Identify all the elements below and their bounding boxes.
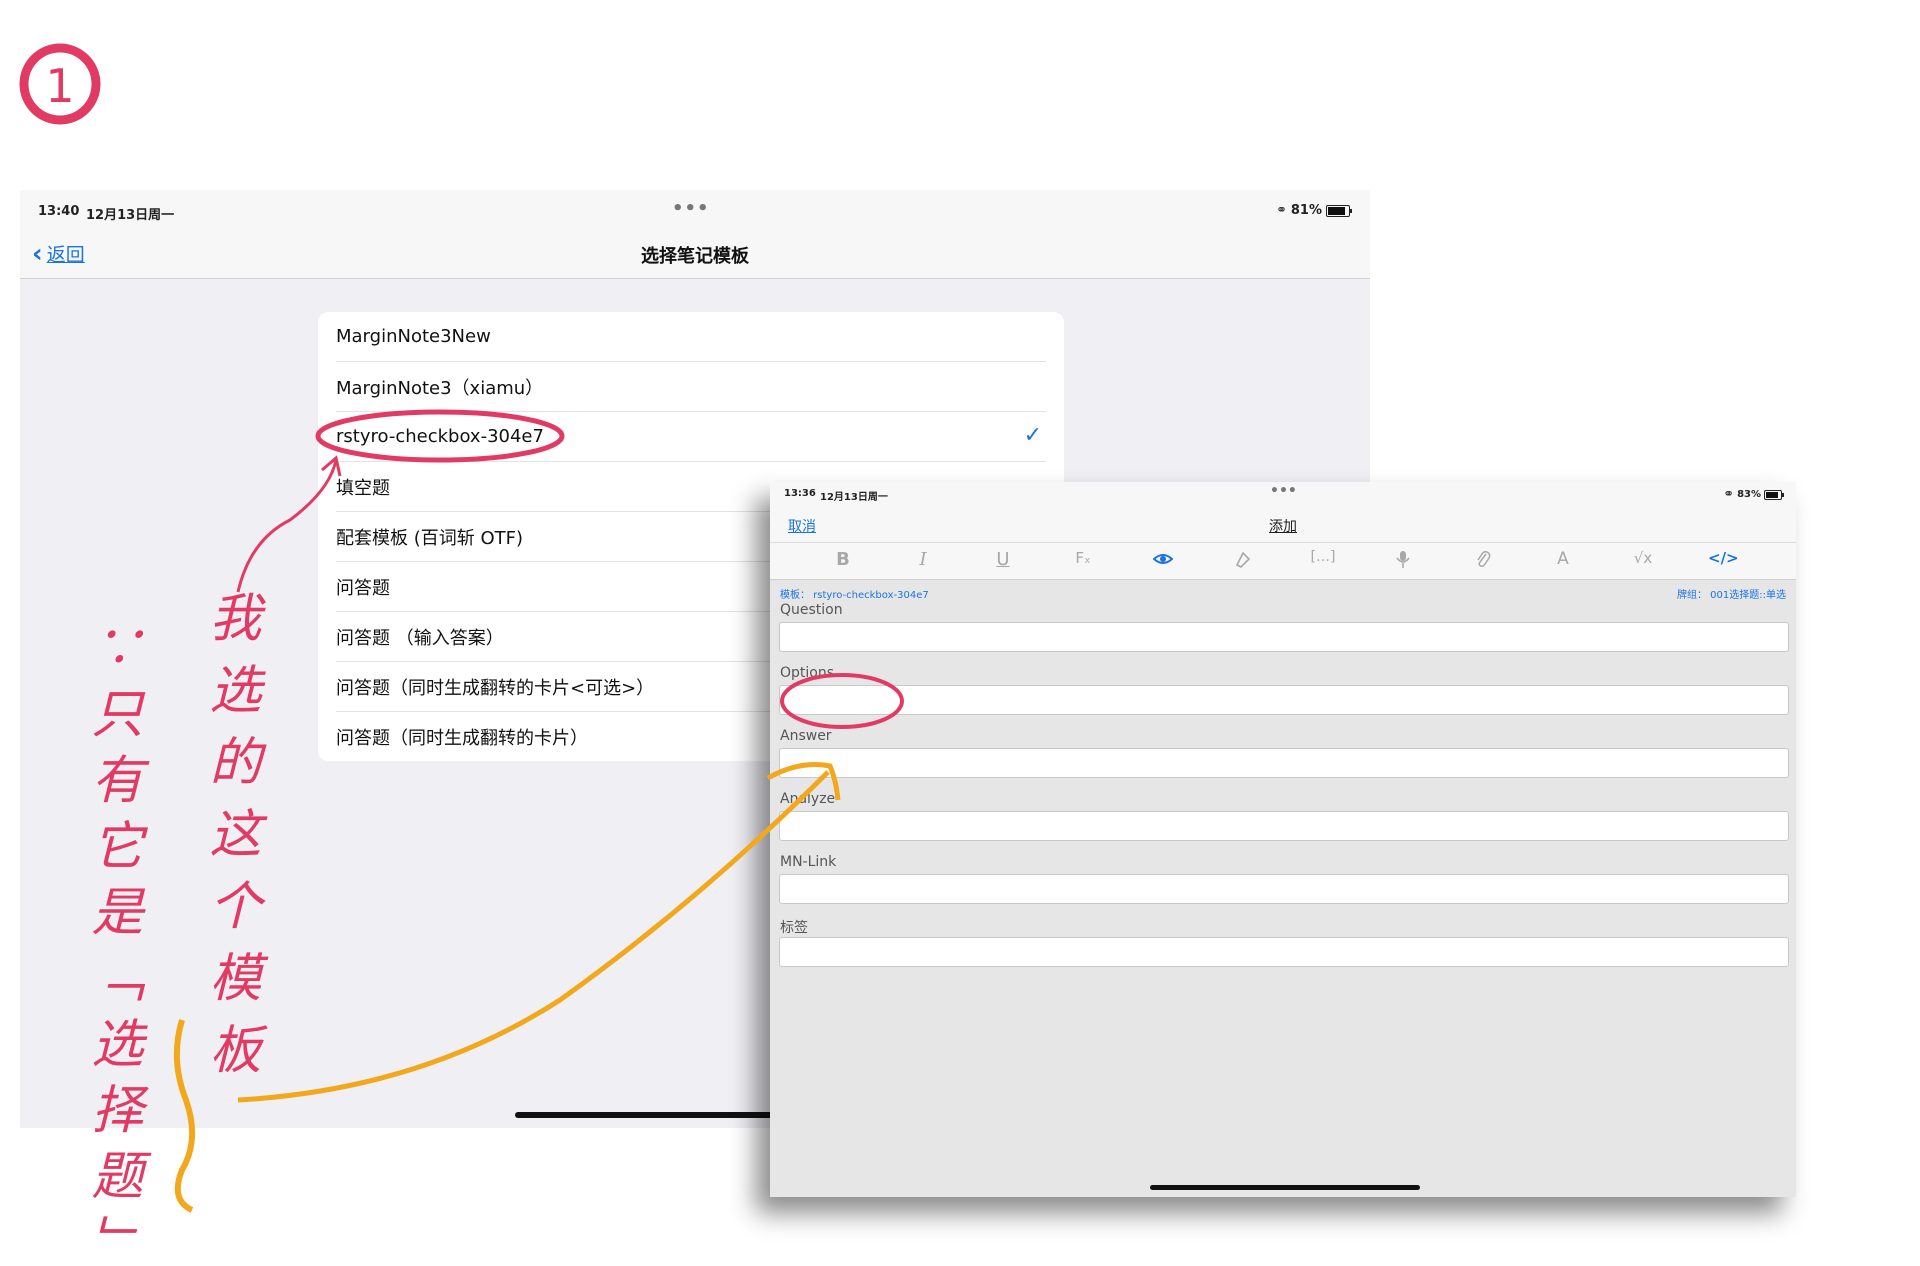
field-label: 标签 <box>780 920 808 936</box>
field-input[interactable] <box>779 874 1789 904</box>
add-button[interactable]: 添加 <box>770 516 1796 536</box>
link-icon: ⚭ <box>1723 487 1735 502</box>
step-marker-label: 1 <box>45 59 74 113</box>
template-label: 问答题（同时生成翻转的卡片） <box>336 727 588 749</box>
template-label: MarginNote3New <box>336 326 491 347</box>
page-title: 选择笔记模板 <box>641 246 749 267</box>
status-date: 12月13日周一 <box>820 492 888 503</box>
status-bar: 13:40 12月13日周一 ••• ⚭ 81% <box>20 190 1370 230</box>
format-toolbar: B I U Fₓ […] A √x </> <box>770 542 1796 580</box>
template-label: 问答题 <box>336 577 390 599</box>
template-label: rstyro-checkbox-304e7 <box>336 426 544 447</box>
status-time: 13:40 <box>38 204 80 219</box>
field-input[interactable] <box>779 811 1789 841</box>
template-row[interactable]: rstyro-checkbox-304e7 ✓ <box>336 412 1046 462</box>
cloze-icon[interactable]: […] <box>1308 549 1338 573</box>
italic-icon[interactable]: I <box>908 549 938 573</box>
code-icon[interactable]: </> <box>1708 549 1739 573</box>
underline-icon[interactable]: U <box>988 549 1018 573</box>
status-bar: 13:36 12月13日周一 ••• ⚭ 83% <box>770 482 1796 506</box>
template-label: MarginNote3（xiamu） <box>336 377 544 399</box>
status-date: 12月13日周一 <box>86 208 175 223</box>
deck-meta[interactable]: 牌组： 001选择题::单选 <box>1677 586 1786 601</box>
checkmark-icon: ✓ <box>1023 423 1042 448</box>
field-input[interactable] <box>779 937 1789 967</box>
bold-icon[interactable]: B <box>828 549 858 573</box>
template-label: 填空题 <box>336 477 390 499</box>
multitask-dots-icon[interactable]: ••• <box>1270 483 1297 499</box>
step-marker-circle <box>19 43 101 125</box>
eye-icon[interactable] <box>1148 549 1178 573</box>
formula-icon[interactable]: √x <box>1628 549 1658 573</box>
template-row[interactable]: MarginNote3（xiamu） <box>336 362 1046 412</box>
field-label: Question <box>780 602 843 618</box>
add-card-screen: 13:36 12月13日周一 ••• ⚭ 83% 取消 添加 B I U Fₓ … <box>770 482 1796 1197</box>
template-row[interactable]: MarginNote3New <box>336 312 1046 362</box>
multitask-dots-icon[interactable]: ••• <box>672 198 710 219</box>
text-style-icon[interactable]: A <box>1548 549 1578 573</box>
link-icon: ⚭ <box>1275 203 1287 218</box>
nav-bar: 取消 添加 <box>770 506 1796 542</box>
status-time: 13:36 <box>784 488 816 499</box>
microphone-icon[interactable] <box>1388 549 1418 573</box>
field-input[interactable] <box>779 622 1789 652</box>
clear-format-icon[interactable]: Fₓ <box>1068 549 1098 573</box>
field-label: Answer <box>780 728 832 744</box>
status-right: ⚭ 83% <box>1723 487 1784 502</box>
status-right: ⚭ 81% <box>1275 203 1352 218</box>
field-label: Options <box>780 665 835 681</box>
field-input[interactable] <box>779 748 1789 778</box>
template-label: 问答题（同时生成翻转的卡片<可选>） <box>336 677 655 699</box>
field-label: MN-Link <box>780 854 837 870</box>
field-label: Analyze <box>780 791 836 807</box>
highlighter-icon[interactable] <box>1228 549 1258 573</box>
field-input[interactable] <box>779 685 1789 715</box>
battery-icon <box>1326 204 1352 217</box>
battery-percent: 81% <box>1290 203 1322 218</box>
nav-bar: ‹ 返回 选择笔记模板 <box>20 230 1370 279</box>
template-meta[interactable]: 模板： rstyro-checkbox-304e7 <box>780 586 929 601</box>
battery-percent: 83% <box>1737 489 1761 500</box>
template-label: 配套模板 (百词斩 OTF) <box>336 527 524 549</box>
template-label: 问答题 （输入答案） <box>336 627 504 649</box>
home-indicator[interactable] <box>1150 1185 1420 1190</box>
paperclip-icon[interactable] <box>1468 549 1498 573</box>
battery-icon <box>1764 489 1784 500</box>
